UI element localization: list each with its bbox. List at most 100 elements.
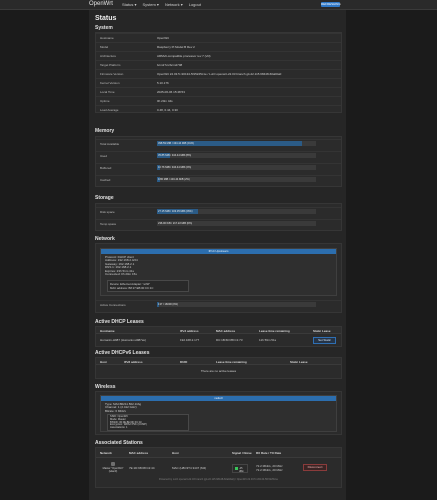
progress-label: 398.59 MiB / 434.44 MiB (91%) [158,142,195,145]
nav-network[interactable]: Network ▾ [165,2,183,7]
col-network: Network [100,451,112,455]
system-row: Architecture ARMv6-compatible processor r… [96,51,341,59]
col-ipv6: IPv6 address [124,360,143,364]
wireless-panel: radio0 Type: MAC80211 802.11bg Channel: … [95,391,342,435]
row-key: Disk space [100,210,115,214]
row-value: 5.10.176 [157,81,169,85]
radio-card: radio0 Type: MAC80211 802.11bg Channel: … [100,395,337,432]
system-row: Target Platform bcm27xx/bcm2708 [96,60,341,68]
memory-row: Used 35.85 MiB / 434.44 MiB (8%) [96,151,341,159]
page-content: Status System Hostname OpenWrt Model Raspb… [89,10,346,500]
section-title-dhcp: Active DHCP Leases [95,319,144,325]
row-value: OpenWrt [157,36,169,40]
col-duid: DUID [180,360,188,364]
col-ipv4: IPv4 address [180,329,199,333]
row-key: Firmware Version [100,72,124,76]
disconnect-button[interactable]: Disconnect [303,464,327,471]
page-title: Status [95,15,117,22]
upstream-details: Protocol: DHCP client Address: 192.168.2… [105,255,138,276]
nav-status[interactable]: Status ▾ [122,2,136,7]
row-key: Target Platform [100,63,121,67]
station-network-cell: Master "OpenWrt" (wlan0) [100,462,126,473]
upstream-card: IPv4 Upstream Protocol: DHCP client Addr… [100,248,337,296]
ssid-box: SSID: OpenWrt Mode: Master BSSID: 00:0E:… [107,414,189,431]
progress-label: 137 / 16000 (0%) [158,303,178,306]
cell-hostname: Humanix-H987 (Humanix-H987ax) [100,338,147,342]
section-title-stations: Associated Stations [95,440,143,446]
dhcpv6-table-header: Host IPv6 address DUID Lease time remain… [96,358,341,365]
radio-badge: radio0 [101,396,336,401]
system-row: Kernel Version 5.10.176 [96,78,341,86]
refresh-indicator[interactable]: REFRESHING [321,2,341,7]
row-key: Temp space [100,222,117,226]
brand-logo[interactable]: OpenWrt [89,1,113,7]
storage-row: Disk space 27.15 MiB / 103.35 MiB (26%) [96,207,341,215]
active-connections-row: Active Connections 137 / 16000 (0%) [96,300,341,308]
connections-progress-bar: 137 / 16000 (0%) [157,302,316,307]
cell-host: MAC (H8C3T4 3447 (M4) [172,466,207,470]
section-title-memory: Memory [95,128,115,134]
section-title-dhcpv6: Active DHCPv6 Leases [95,350,150,356]
col-lease: Lease time remaining [216,360,247,364]
col-lease: Lease time remaining [259,329,290,333]
cell-mac: 7E:1D:98:08:C2:44 [129,466,155,470]
row-key: Used [100,154,108,158]
section-title-wireless: Wireless [95,384,116,390]
memory-progress-bar: 398.59 MiB / 434.44 MiB (91%) [157,141,316,146]
set-static-button[interactable]: Set Static [313,337,336,344]
section-title-system: System [95,25,113,31]
row-value: bcm27xx/bcm2708 [157,63,183,67]
nav-logout[interactable]: Logout [189,2,201,7]
row-value: ARMv6-compatible processor rev 7 (v6l) [157,54,211,58]
system-row: Model Raspberry Pi Model B Rev 2 [96,42,341,50]
system-row: Firmware Version OpenWrt 22.03.5 r20134-5… [96,69,341,77]
row-value: 0h 20m 44s [157,99,173,103]
system-row: Load Average 0.48, 0.44, 0.30 [96,105,341,113]
row-value: 2025-06-06 15:48:53 [157,90,185,94]
signal-icon [235,467,238,470]
col-mac: MAC address [129,451,149,455]
cell-lease: 11h 59m 51s [259,338,277,342]
dhcp-table: Hostname IPv4 address MAC address Lease … [95,326,342,347]
top-navbar: OpenWrt Status ▾ System ▾ Network ▾ Logo… [0,0,437,10]
system-row: Local Time 2025-06-06 15:48:53 [96,87,341,95]
device-box: Device: Ethernet Adapter: "eth0" MAC add… [107,280,189,292]
nav-system[interactable]: System ▾ [142,2,158,7]
row-key: Kernel Version [100,81,120,85]
ssid-details: SSID: OpenWrt Mode: Master BSSID: 00:0E:… [110,415,147,430]
row-key: Buffered [100,166,112,170]
storage-row: Temp space 236.00 KiB / 217.22 MiB (0%) [96,219,341,227]
col-hostname: Hostname [100,329,115,333]
upstream-badge: IPv4 Upstream [101,249,336,254]
detail-bitrate: Bitrate: 6 Mbit/s [105,408,126,413]
device-mac: MAC address: B8:27:EB:00:CC:1C [110,286,154,290]
row-key: Active Connections [100,303,126,307]
row-value: Raspberry Pi Model B Rev 2 [157,45,195,49]
row-key: Local Time [100,90,115,94]
stations-table-header: Network MAC address Host Signal / Noise … [96,448,341,458]
progress-label: 236.00 KiB / 217.22 MiB (0%) [158,222,193,225]
page-footer: Powered by LuCI openwrt-22.03 branch (gi… [158,478,279,481]
cell-tx-rate: 72.2 Mbit/s, 20 MHz [256,468,283,472]
wifi-icon [111,462,115,466]
cell-signal: -45 dBm [239,467,244,473]
progress-label: 9.80 MiB / 434.44 MiB (2%) [158,178,190,181]
col-host: Host [172,451,179,455]
row-key: Uptime [100,99,110,103]
section-title-network: Network [95,236,115,242]
network-panel: IPv4 Upstream Protocol: DHCP client Addr… [95,243,342,313]
col-mac: MAC address [216,329,236,333]
dhcpv6-table: Host IPv6 address DUID Lease time remain… [95,357,342,379]
radio-details: Type: MAC80211 802.11bg Channel: 1 (2.41… [105,402,141,413]
row-key: Hostname [100,36,114,40]
col-rates: RX Rate / TX Rate [256,451,282,455]
detail-associations: Associations: 1 [110,426,128,430]
progress-label: 35.85 MiB / 434.44 MiB (8%) [158,154,192,157]
system-table: Hostname OpenWrt Model Raspberry Pi Model … [95,32,342,113]
col-static: Static Lease [290,360,308,364]
row-key: Architecture [100,54,117,58]
cell-mac: DC:1B:6D:88:C1:73 [216,338,243,342]
memory-progress-bar: 10.76 MiB / 434.44 MiB (2%) [157,165,316,170]
memory-row: Total Available 398.59 MiB / 434.44 MiB … [96,139,341,147]
storage-progress-bar: 27.15 MiB / 103.35 MiB (26%) [157,209,316,214]
